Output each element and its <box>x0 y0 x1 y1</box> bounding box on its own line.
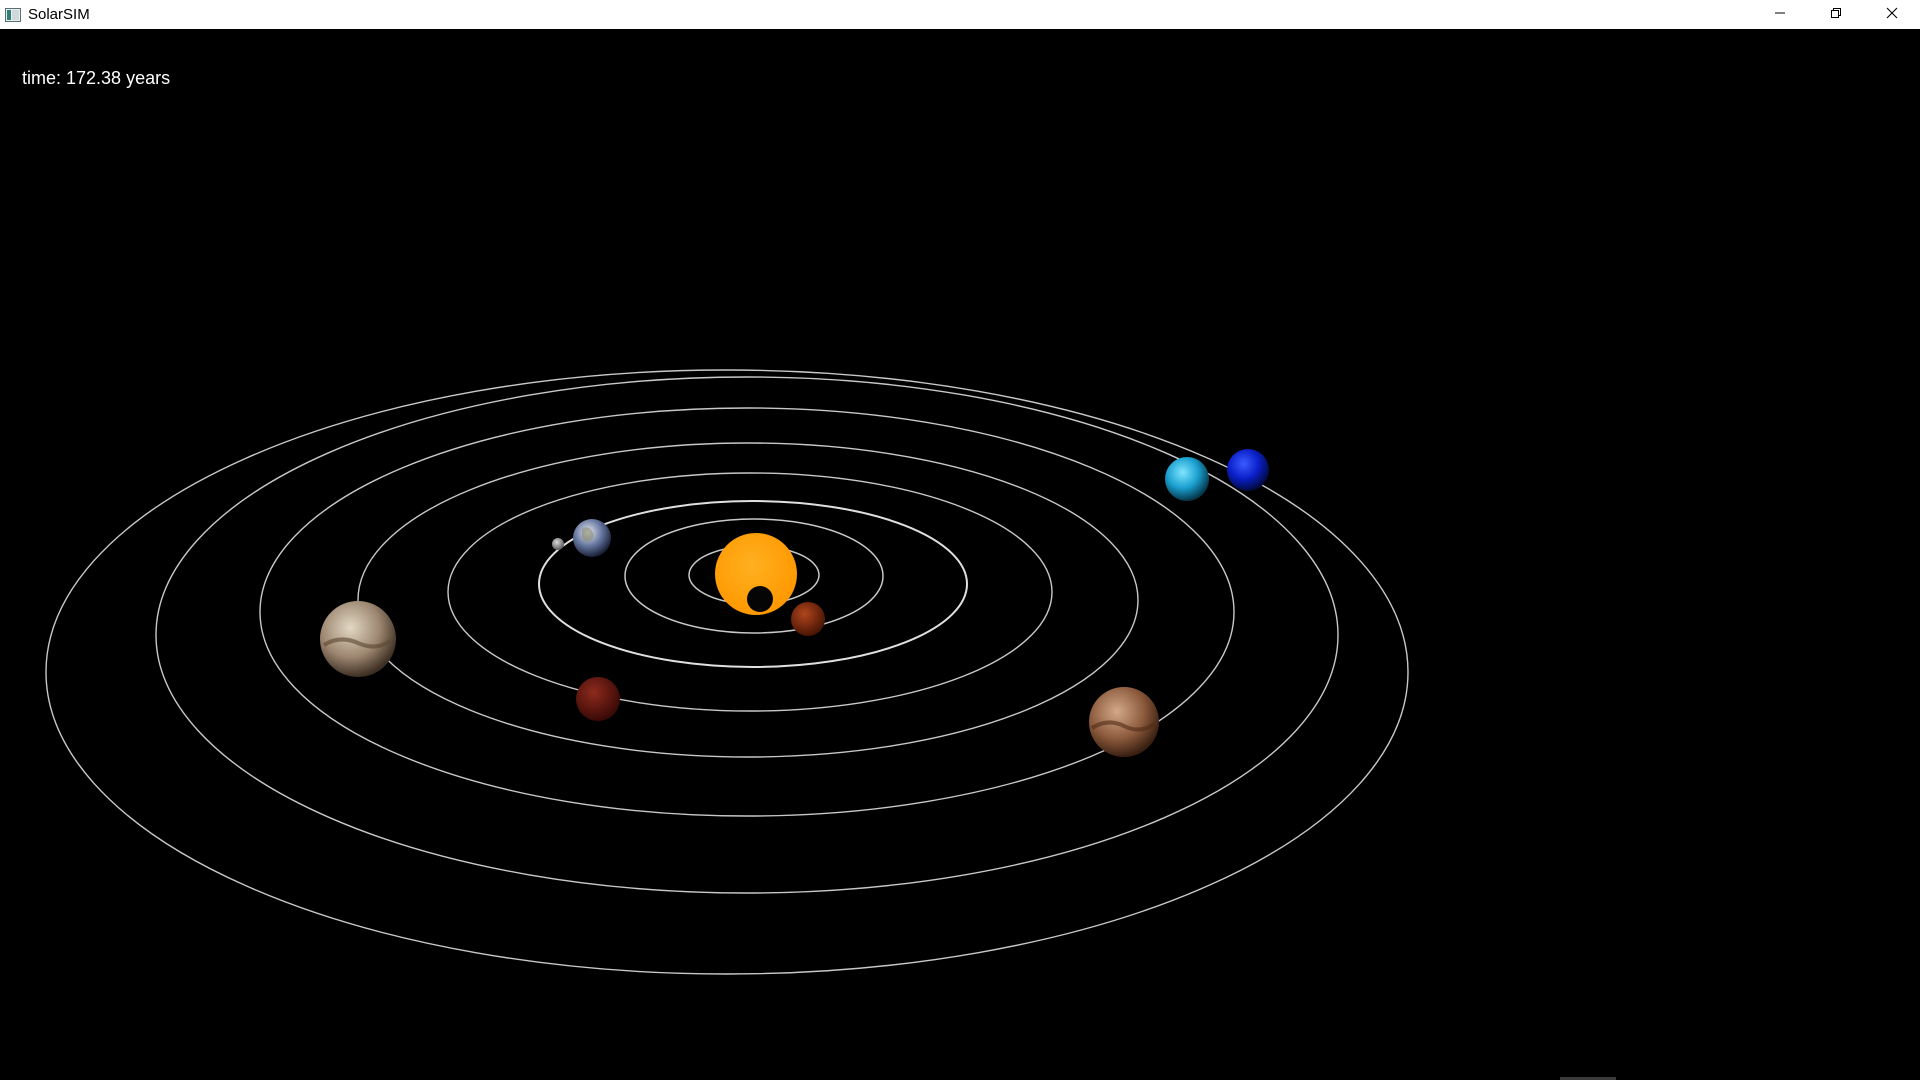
app-window-icon <box>4 7 22 23</box>
jupiter[interactable] <box>320 601 396 677</box>
simulation-viewport[interactable] <box>0 29 1920 1080</box>
mercury[interactable] <box>791 602 825 636</box>
maximize-button[interactable] <box>1808 0 1864 29</box>
minimize-button[interactable] <box>1752 0 1808 29</box>
orbit-neptune <box>45 369 1409 975</box>
venus[interactable] <box>576 677 620 721</box>
saturn-icon <box>1089 687 1159 757</box>
sun-eclipse-shadow <box>747 586 773 612</box>
earth[interactable] <box>573 519 611 557</box>
solar-system-scene <box>45 369 1409 975</box>
simulation-time: time: 172.38 years <box>22 68 171 88</box>
close-icon <box>1886 6 1898 24</box>
jupiter-icon <box>320 601 396 677</box>
uranus[interactable] <box>1165 457 1209 501</box>
sun[interactable] <box>715 533 797 615</box>
restore-icon <box>1830 6 1842 24</box>
neptune[interactable] <box>1227 449 1269 491</box>
window-title: SolarSIM <box>28 6 90 23</box>
app-window: SolarSIM time: 172.38 years <box>0 0 1920 1080</box>
window-controls <box>1752 0 1920 29</box>
moon[interactable] <box>552 538 564 550</box>
close-button[interactable] <box>1864 0 1920 29</box>
saturn[interactable] <box>1089 687 1159 757</box>
title-bar[interactable]: SolarSIM <box>0 0 1920 29</box>
orbit-rings <box>45 369 1409 975</box>
minimize-icon <box>1774 6 1786 24</box>
